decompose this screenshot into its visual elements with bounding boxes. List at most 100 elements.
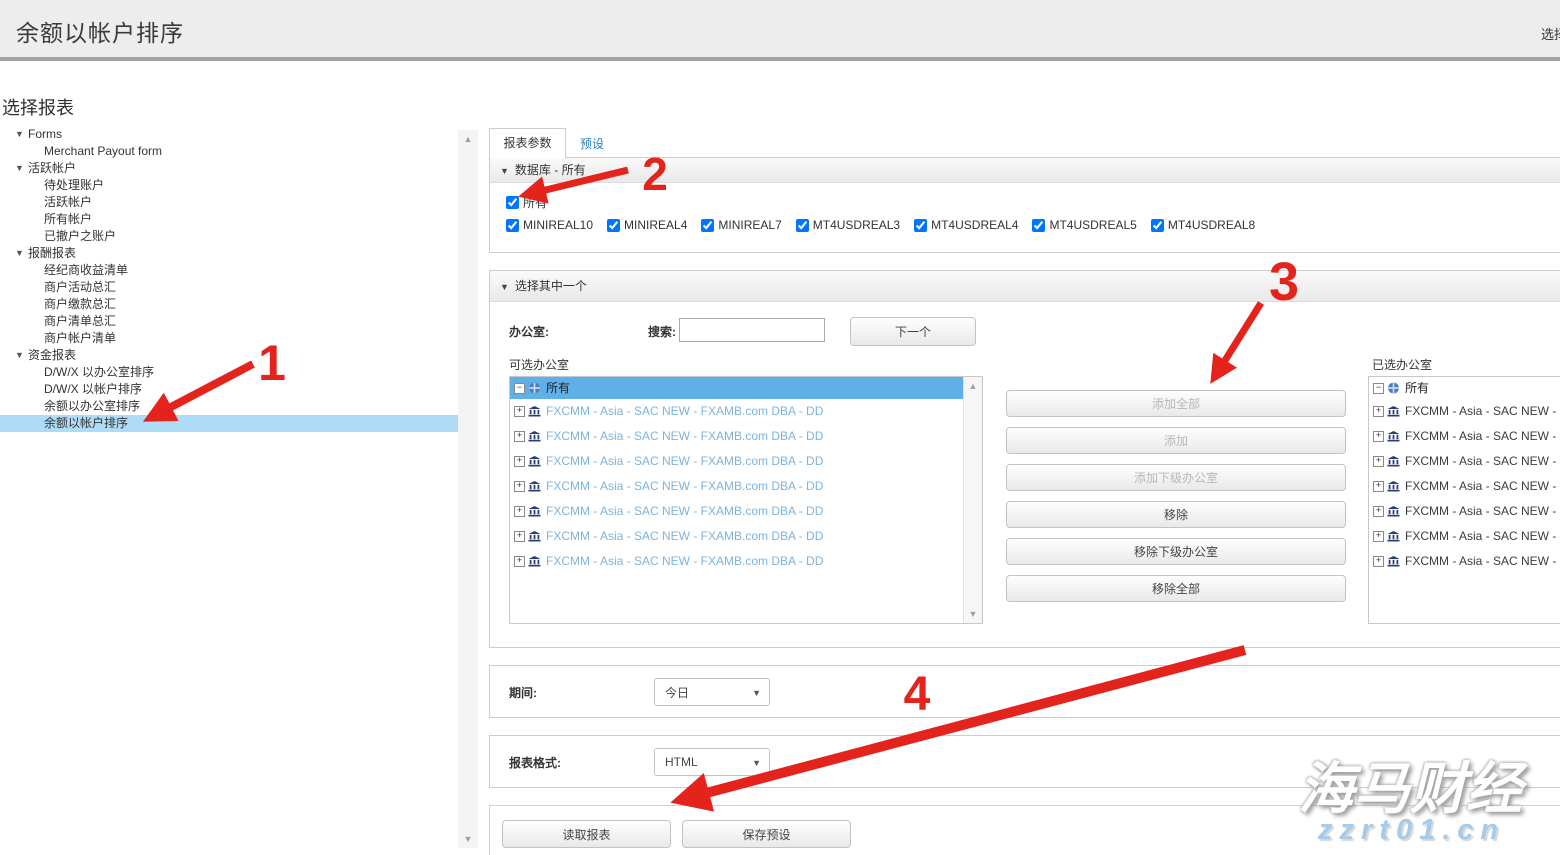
db-checkbox-mt4usdreal8[interactable]: MT4USDREAL8 [1151, 218, 1255, 232]
db-checkbox-mt4usdreal3[interactable]: MT4USDREAL3 [796, 218, 900, 232]
checkbox[interactable] [506, 196, 519, 209]
db-checkbox-mt4usdreal4[interactable]: MT4USDREAL4 [914, 218, 1018, 232]
office-row-label: FXCMM - Asia - SAC NEW - FXAMB.com DBA -… [1405, 499, 1560, 524]
expand-plus-icon[interactable] [514, 506, 525, 517]
db-checkbox-mt4usdreal5[interactable]: MT4USDREAL5 [1032, 218, 1136, 232]
expand-plus-icon[interactable] [1373, 406, 1384, 417]
scroll-down-icon[interactable] [458, 834, 478, 844]
tree-item-active-accounts-group[interactable]: 活跃帐户 [0, 160, 459, 177]
remove-sub-offices-button[interactable]: 移除下级办公室 [1006, 538, 1346, 565]
page-header: 余额以帐户排序 选择 [0, 0, 1560, 57]
office-row[interactable]: FXCMM - Asia - SAC NEW - FXAMB.com DBA -… [1369, 549, 1560, 574]
office-row[interactable]: FXCMM - Asia - SAC NEW - FXAMB.com DBA -… [510, 549, 964, 574]
scroll-up-icon[interactable] [964, 381, 982, 391]
office-row[interactable]: FXCMM - Asia - SAC NEW - FXAMB.com DBA -… [1369, 474, 1560, 499]
office-row[interactable]: FXCMM - Asia - SAC NEW - FXAMB.com DBA -… [510, 499, 964, 524]
checkbox[interactable] [914, 219, 927, 232]
office-row[interactable]: FXCMM - Asia - SAC NEW - FXAMB.com DBA -… [1369, 424, 1560, 449]
office-row[interactable]: FXCMM - Asia - SAC NEW - FXAMB.com DBA -… [1369, 524, 1560, 549]
expand-plus-icon[interactable] [514, 531, 525, 542]
expand-plus-icon[interactable] [1373, 431, 1384, 442]
office-row[interactable]: FXCMM - Asia - SAC NEW - FXAMB.com DBA -… [510, 524, 964, 549]
tree-scrollbar[interactable] [458, 130, 478, 848]
office-section-header[interactable]: 选择其中一个 [490, 271, 1560, 302]
tree-item-closed-accounts[interactable]: 已撤户之账户 [0, 228, 459, 245]
office-row[interactable]: FXCMM - Asia - SAC NEW - FXAMB.com DBA -… [1369, 449, 1560, 474]
office-row[interactable]: FXCMM - Asia - SAC NEW - FXAMB.com DBA -… [510, 474, 964, 499]
checkbox[interactable] [1151, 219, 1164, 232]
tree-item-funds-reports-group[interactable]: 资金报表 [0, 347, 459, 364]
db-checkbox-minireal10[interactable]: MINIREAL10 [506, 218, 593, 232]
expand-triangle-icon[interactable] [15, 245, 28, 262]
office-row[interactable]: FXCMM - Asia - SAC NEW - FXAMB.com DBA -… [1369, 399, 1560, 424]
collapse-minus-icon[interactable] [1373, 383, 1384, 394]
expand-plus-icon[interactable] [1373, 531, 1384, 542]
db-checkbox-minireal4[interactable]: MINIREAL4 [607, 218, 687, 232]
expand-plus-icon[interactable] [514, 556, 525, 567]
checkbox[interactable] [607, 219, 620, 232]
checkbox[interactable] [1032, 219, 1045, 232]
tree-item-balance-by-office[interactable]: 余额以办公室排序 [0, 398, 459, 415]
expand-plus-icon[interactable] [1373, 456, 1384, 467]
checkbox[interactable] [506, 219, 519, 232]
tree-item-broker-income-list[interactable]: 经纪商收益清单 [0, 262, 459, 279]
tree-item-all-accounts[interactable]: 所有帐户 [0, 211, 459, 228]
office-root-row[interactable]: 所有 [510, 377, 964, 399]
save-preset-button[interactable]: 保存预设 [682, 820, 851, 848]
tree-item-merchant-account-list[interactable]: 商户帐户清单 [0, 330, 459, 347]
office-row[interactable]: FXCMM - Asia - SAC NEW - FXAMB.com DBA -… [510, 399, 964, 424]
available-offices-title: 可选办公室 [509, 356, 569, 373]
expand-triangle-icon[interactable] [15, 126, 28, 143]
scroll-down-icon[interactable] [964, 609, 982, 619]
expand-plus-icon[interactable] [1373, 556, 1384, 567]
office-root-row[interactable]: 所有 [1369, 377, 1560, 399]
checkbox[interactable] [701, 219, 714, 232]
expand-plus-icon[interactable] [1373, 481, 1384, 492]
expand-plus-icon[interactable] [514, 406, 525, 417]
tree-item-label: 商户缴款总汇 [44, 297, 116, 311]
tree-item-merchant-list-summary[interactable]: 商户清单总汇 [0, 313, 459, 330]
tree-item-label: 已撤户之账户 [44, 229, 116, 243]
tree-item-dwx-by-account[interactable]: D/W/X 以帐户排序 [0, 381, 459, 398]
expand-triangle-icon[interactable] [15, 347, 28, 364]
load-report-button[interactable]: 读取报表 [502, 820, 671, 848]
add-all-button[interactable]: 添加全部 [1006, 390, 1346, 417]
tree-item-pending-accounts[interactable]: 待处理账户 [0, 177, 459, 194]
format-select[interactable]: HTML [654, 748, 770, 776]
tree-item-merchant-payment-summary[interactable]: 商户缴款总汇 [0, 296, 459, 313]
tab-presets[interactable]: 预设 [580, 135, 604, 152]
period-select[interactable]: 今日 [654, 678, 770, 706]
remove-all-button[interactable]: 移除全部 [1006, 575, 1346, 602]
tree-item-reward-reports-group[interactable]: 报酬报表 [0, 245, 459, 262]
tree-item-balance-by-account[interactable]: 余额以帐户排序 [0, 415, 459, 432]
collapse-minus-icon[interactable] [514, 383, 525, 394]
db-all-checkbox[interactable]: 所有 [506, 194, 547, 211]
expand-plus-icon[interactable] [1373, 506, 1384, 517]
expand-plus-icon[interactable] [514, 481, 525, 492]
office-row[interactable]: FXCMM - Asia - SAC NEW - FXAMB.com DBA -… [510, 449, 964, 474]
remove-button[interactable]: 移除 [1006, 501, 1346, 528]
checkbox[interactable] [796, 219, 809, 232]
expand-plus-icon[interactable] [514, 431, 525, 442]
db-checkbox-minireal7[interactable]: MINIREAL7 [701, 218, 781, 232]
database-section-header[interactable]: 数据库 - 所有 [490, 158, 1560, 183]
search-input[interactable] [679, 318, 825, 342]
tab-report-params[interactable]: 报表参数 [489, 128, 566, 158]
tree-item-dwx-by-office[interactable]: D/W/X 以办公室排序 [0, 364, 459, 381]
expand-plus-icon[interactable] [514, 456, 525, 467]
tree-item-merchant-activity-summary[interactable]: 商户活动总汇 [0, 279, 459, 296]
tree-item-merchant-payout-form[interactable]: Merchant Payout form [0, 143, 459, 160]
office-row-label: FXCMM - Asia - SAC NEW - FXAMB.com DBA -… [546, 474, 823, 499]
add-sub-offices-button[interactable]: 添加下级办公室 [1006, 464, 1346, 491]
tree-item-forms[interactable]: Forms [0, 126, 459, 143]
expand-triangle-icon[interactable] [15, 160, 28, 177]
tree-item-label: 经纪商收益清单 [44, 263, 128, 277]
next-button[interactable]: 下一个 [850, 317, 976, 346]
office-row[interactable]: FXCMM - Asia - SAC NEW - FXAMB.com DBA -… [1369, 499, 1560, 524]
add-button[interactable]: 添加 [1006, 427, 1346, 454]
list-scrollbar[interactable] [963, 377, 982, 623]
scroll-up-icon[interactable] [458, 134, 478, 144]
tree-item-active-accounts[interactable]: 活跃帐户 [0, 194, 459, 211]
office-row[interactable]: FXCMM - Asia - SAC NEW - FXAMB.com DBA -… [510, 424, 964, 449]
available-offices-list: 所有 FXCMM - Asia - SAC NEW - FXAMB.com DB… [509, 376, 983, 624]
